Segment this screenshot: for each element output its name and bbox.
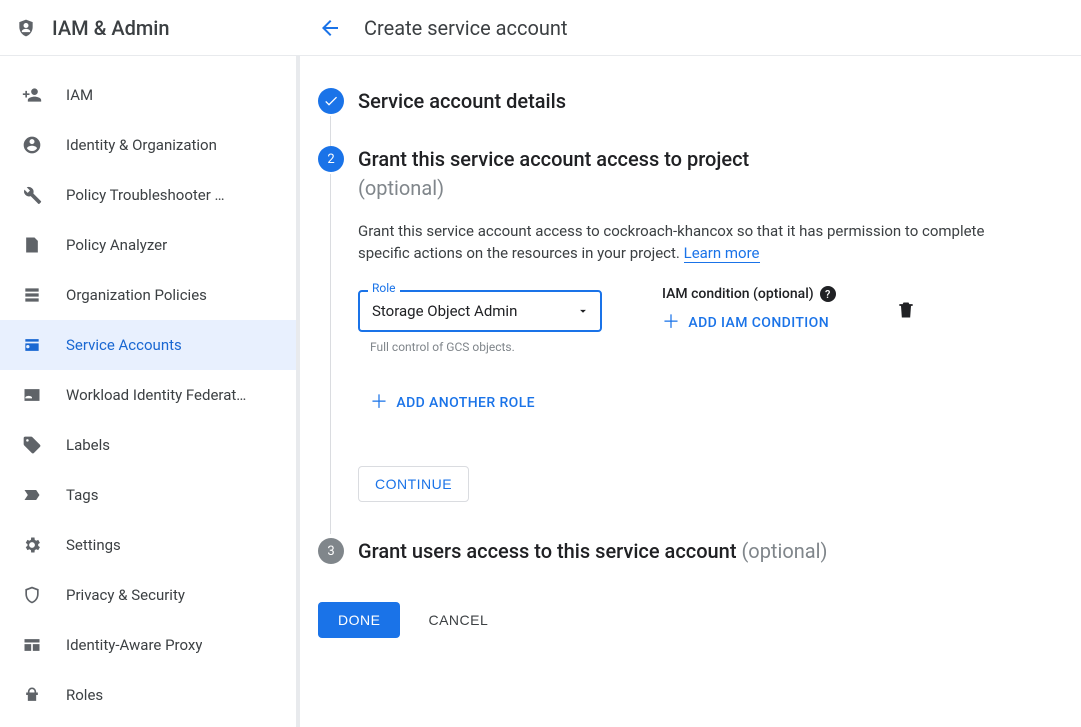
add-iam-condition-button[interactable]: ＋ ADD IAM CONDITION bbox=[662, 314, 836, 332]
done-button[interactable]: DONE bbox=[318, 602, 400, 638]
page-header: Create service account bbox=[300, 0, 1081, 55]
role-select-value: Storage Object Admin bbox=[372, 302, 517, 320]
sidebar-item-policy-troubleshooter[interactable]: Policy Troubleshooter … bbox=[0, 170, 296, 220]
label-icon bbox=[22, 435, 42, 455]
list-icon bbox=[22, 285, 42, 305]
analyzer-icon bbox=[22, 235, 42, 255]
sidebar-item-iap[interactable]: Identity-Aware Proxy bbox=[0, 620, 296, 670]
shield-outline-icon bbox=[22, 585, 42, 605]
plus-icon: ＋ bbox=[370, 394, 388, 412]
sidebar-item-tags[interactable]: Tags bbox=[0, 470, 296, 520]
step-1[interactable]: Service account details bbox=[318, 88, 1041, 146]
sidebar-item-settings[interactable]: Settings bbox=[0, 520, 296, 570]
footer-actions: DONE CANCEL bbox=[300, 602, 1081, 638]
sidebar-item-label: Tags bbox=[66, 486, 98, 504]
identity-card-icon bbox=[22, 385, 42, 405]
role-field-label: Role bbox=[368, 281, 400, 295]
step-2: 2 Grant this service account access to p… bbox=[318, 146, 1041, 534]
sidebar-item-org-policies[interactable]: Organization Policies bbox=[0, 270, 296, 320]
sidebar-item-label: Privacy & Security bbox=[66, 586, 185, 604]
main-content: Service account details 2 Grant this ser… bbox=[300, 56, 1081, 727]
step-3[interactable]: 3 Grant users access to this service acc… bbox=[318, 538, 1041, 588]
step-2-optional: (optional) bbox=[358, 176, 1041, 200]
person-add-icon bbox=[22, 85, 42, 105]
sidebar-item-label: Service Accounts bbox=[66, 336, 182, 354]
sidebar-item-label: Organization Policies bbox=[66, 286, 207, 304]
help-icon[interactable]: ? bbox=[820, 286, 836, 302]
sidebar-item-policy-analyzer[interactable]: Policy Analyzer bbox=[0, 220, 296, 270]
person-circle-icon bbox=[22, 135, 42, 155]
step-3-number: 3 bbox=[318, 538, 344, 564]
sidebar-item-label: IAM bbox=[66, 86, 93, 104]
sidebar-item-label: Identity-Aware Proxy bbox=[66, 636, 202, 654]
sidebar-item-roles[interactable]: Roles bbox=[0, 670, 296, 720]
sidebar-item-label: Roles bbox=[66, 686, 103, 704]
cancel-button[interactable]: CANCEL bbox=[428, 612, 488, 628]
step-2-number: 2 bbox=[318, 146, 344, 172]
back-arrow-icon[interactable] bbox=[318, 16, 342, 40]
sidebar-item-iam[interactable]: IAM bbox=[0, 70, 296, 120]
sidebar-item-label: Identity & Organization bbox=[66, 136, 217, 154]
iam-condition-label: IAM condition (optional) ? bbox=[662, 286, 836, 302]
sidebar-item-identity-org[interactable]: Identity & Organization bbox=[0, 120, 296, 170]
brand-title: IAM & Admin bbox=[52, 16, 170, 40]
plus-icon: ＋ bbox=[662, 314, 680, 332]
step-1-check-icon bbox=[318, 88, 344, 114]
sidebar-item-label: Policy Analyzer bbox=[66, 236, 167, 254]
service-account-icon bbox=[22, 335, 42, 355]
proxy-icon bbox=[22, 635, 42, 655]
continue-button[interactable]: CONTINUE bbox=[358, 466, 469, 502]
wrench-icon bbox=[22, 185, 42, 205]
roles-icon bbox=[22, 685, 42, 705]
shield-icon bbox=[16, 18, 36, 38]
sidebar-item-label: Settings bbox=[66, 536, 121, 554]
step-3-title: Grant users access to this service accou… bbox=[358, 538, 1041, 564]
tag-icon bbox=[22, 485, 42, 505]
step-2-description: Grant this service account access to coc… bbox=[358, 220, 998, 264]
step-1-title: Service account details bbox=[358, 88, 1041, 114]
learn-more-link[interactable]: Learn more bbox=[684, 244, 760, 263]
sidebar-item-labels[interactable]: Labels bbox=[0, 420, 296, 470]
sidebar-item-workload-identity[interactable]: Workload Identity Federat… bbox=[0, 370, 296, 420]
gear-icon bbox=[22, 535, 42, 555]
step-2-title: Grant this service account access to pro… bbox=[358, 146, 1041, 172]
add-another-role-button[interactable]: ＋ ADD ANOTHER ROLE bbox=[370, 394, 998, 412]
sidebar-item-service-accounts[interactable]: Service Accounts bbox=[0, 320, 296, 370]
sidebar-item-label: Policy Troubleshooter … bbox=[66, 186, 225, 204]
sidebar-item-label: Workload Identity Federat… bbox=[66, 386, 246, 404]
delete-role-button[interactable] bbox=[896, 300, 916, 320]
role-help-text: Full control of GCS objects. bbox=[358, 340, 602, 354]
brand-area: IAM & Admin bbox=[0, 0, 300, 55]
sidebar: IAM Identity & Organization Policy Troub… bbox=[0, 56, 300, 727]
sidebar-item-label: Labels bbox=[66, 436, 110, 454]
sidebar-item-privacy-security[interactable]: Privacy & Security bbox=[0, 570, 296, 620]
role-select[interactable]: Storage Object Admin bbox=[358, 290, 602, 332]
dropdown-arrow-icon bbox=[576, 304, 590, 318]
page-title: Create service account bbox=[364, 16, 568, 40]
